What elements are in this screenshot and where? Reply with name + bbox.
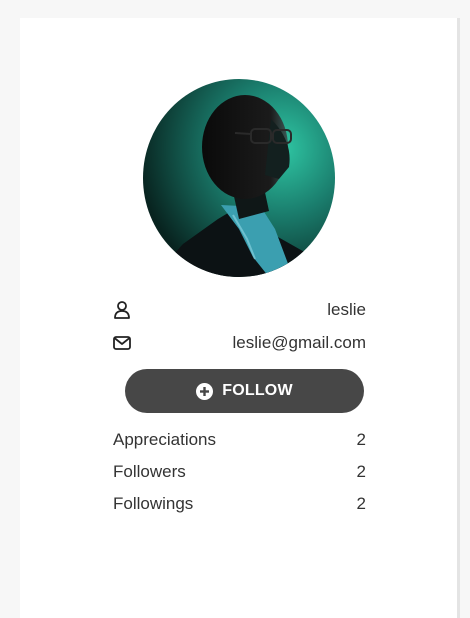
- stat-value: 2: [356, 462, 366, 481]
- profile-card: leslie leslie@gmail.com FOLLOW Appreciat…: [20, 18, 457, 618]
- stat-value: 2: [356, 494, 366, 513]
- stat-appreciations: Appreciations 2: [113, 429, 366, 451]
- plus-circle-icon: [196, 382, 214, 400]
- stat-followings[interactable]: Followings 2: [113, 493, 366, 515]
- user-icon: [113, 301, 131, 319]
- card-divider: [457, 18, 460, 618]
- stat-label: Followings: [113, 494, 194, 513]
- follow-button[interactable]: FOLLOW: [125, 369, 364, 413]
- stat-followers[interactable]: Followers 2: [113, 461, 366, 483]
- username-value: leslie: [327, 300, 366, 319]
- follow-label: FOLLOW: [222, 382, 293, 399]
- avatar-image: [143, 79, 335, 277]
- username-row: leslie: [113, 298, 366, 322]
- envelope-icon: [113, 334, 131, 352]
- stat-value: 2: [356, 430, 366, 449]
- stat-label: Followers: [113, 462, 186, 481]
- avatar: [143, 79, 335, 277]
- stat-label: Appreciations: [113, 430, 217, 449]
- email-value: leslie@gmail.com: [232, 333, 366, 352]
- email-row: leslie@gmail.com: [113, 331, 366, 355]
